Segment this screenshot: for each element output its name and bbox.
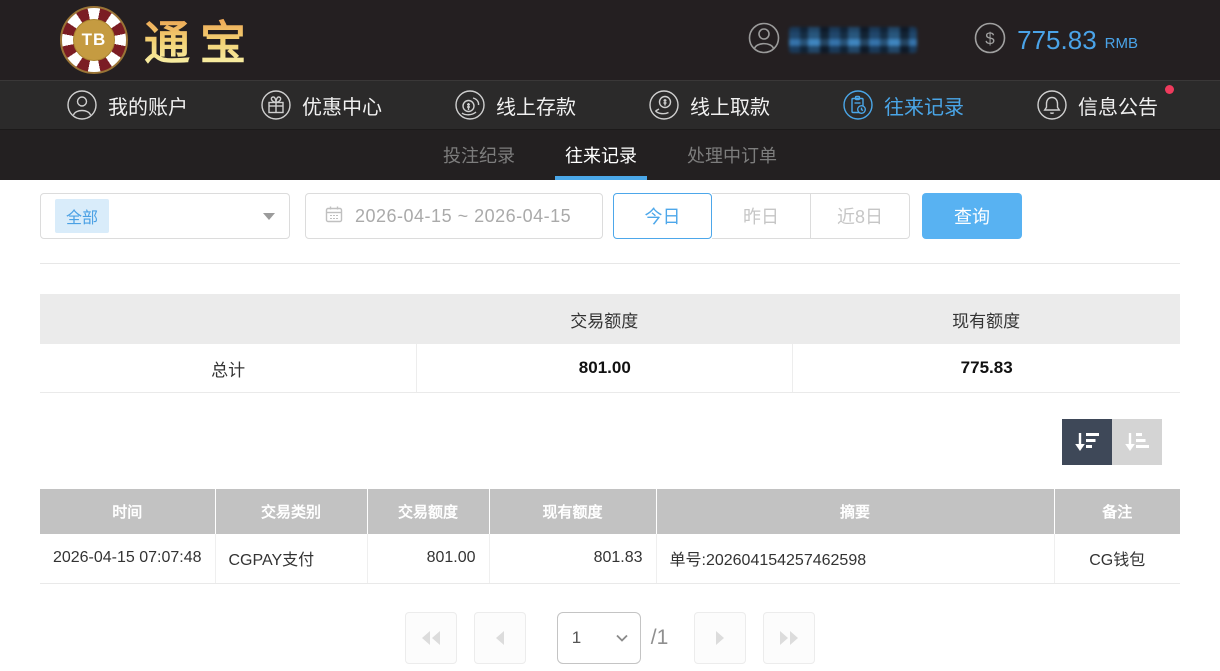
filter-bar: 全部 2026-04-15 ~ 2026-04-15 今日 昨日 近8日 查询 (40, 192, 1180, 240)
double-left-arrow-icon (421, 629, 441, 647)
nav-item-promotions[interactable]: 优惠中心 (260, 89, 382, 121)
records-header-row: 时间 交易类别 交易额度 现有额度 摘要 备注 (40, 489, 1180, 534)
balance-amount: 775.83 (1017, 25, 1097, 56)
summary-total-label: 总计 (40, 356, 416, 381)
right-arrow-icon (713, 629, 727, 647)
tab-pending-orders[interactable]: 处理中订单 (677, 130, 787, 180)
nav-label: 线上存款 (496, 91, 576, 120)
chevron-down-icon (616, 634, 628, 642)
cell-summary: 单号:202604154257462598 (656, 534, 1054, 583)
sort-descending-icon (1073, 430, 1101, 454)
balance-currency: RMB (1105, 35, 1138, 52)
double-right-arrow-icon (779, 629, 799, 647)
yesterday-button[interactable]: 昨日 (712, 193, 811, 239)
sort-ascending-icon (1123, 430, 1151, 454)
last-8-days-button[interactable]: 近8日 (811, 193, 910, 239)
col-trade-amount: 交易额度 (367, 489, 489, 534)
first-page-button[interactable] (405, 612, 457, 664)
sort-descending-button[interactable] (1062, 419, 1112, 465)
username-redacted (789, 27, 917, 53)
poker-chip-icon: TB (60, 6, 128, 74)
brand-name: 通宝 (144, 7, 256, 73)
page: TB 通宝 $ (0, 0, 1220, 671)
sort-ascending-button[interactable] (1112, 419, 1162, 465)
chevron-down-icon (263, 213, 275, 220)
coin-icon: $ (973, 21, 1007, 60)
notification-dot (1165, 85, 1174, 94)
balance[interactable]: $ 775.83 RMB (973, 21, 1138, 60)
today-button[interactable]: 今日 (613, 193, 712, 239)
user-circle-icon (66, 89, 98, 121)
summary-table: 交易额度 现有额度 总计 801.00 775.83 (40, 294, 1180, 393)
tab-label: 投注纪录 (443, 142, 515, 168)
next-page-button[interactable] (694, 612, 746, 664)
summary-total-row: 总计 801.00 775.83 (40, 344, 1180, 393)
user-icon (747, 21, 781, 60)
nav-item-withdraw[interactable]: 线上取款 (648, 89, 770, 121)
col-transaction-type: 交易类别 (215, 489, 367, 534)
summary-header-row: 交易额度 现有额度 (40, 294, 1180, 344)
cell-transaction-type: CGPAY支付 (215, 534, 367, 583)
tab-betting-records[interactable]: 投注纪录 (433, 130, 525, 180)
cell-current-amount: 801.83 (489, 534, 656, 583)
chip-label: TB (73, 19, 115, 61)
page-select[interactable]: 1 (557, 612, 641, 664)
last-page-button[interactable] (763, 612, 815, 664)
nav-item-transaction-records[interactable]: 往来记录 (842, 89, 964, 121)
page-select-value: 1 (572, 628, 581, 648)
table-row: 2026-04-15 07:07:48 CGPAY支付 801.00 801.8… (40, 534, 1180, 583)
records-clipboard-icon (842, 89, 874, 121)
date-range-value: 2026-04-15 ~ 2026-04-15 (355, 206, 571, 227)
sort-controls (40, 419, 1162, 465)
calendar-icon (324, 204, 344, 229)
records-table: 时间 交易类别 交易额度 现有额度 摘要 备注 2026-04-15 07:07… (40, 489, 1180, 584)
sub-nav: 投注纪录 往来记录 处理中订单 (0, 130, 1220, 180)
pagination: 1 /1 (0, 612, 1220, 664)
summary-col-trade-amount: 交易额度 (416, 307, 792, 332)
section-divider (40, 263, 1180, 264)
nav-item-deposit[interactable]: 线上存款 (454, 89, 576, 121)
col-summary: 摘要 (656, 489, 1054, 534)
tab-label: 处理中订单 (687, 142, 777, 168)
nav-label: 信息公告 (1078, 91, 1158, 120)
nav-label: 线上取款 (690, 91, 770, 120)
bell-icon (1036, 89, 1068, 121)
type-select-value: 全部 (55, 199, 109, 233)
header-right: $ 775.83 RMB (747, 21, 1138, 60)
nav-item-announcements[interactable]: 信息公告 (1036, 89, 1158, 121)
type-select[interactable]: 全部 (40, 193, 290, 239)
nav-label: 我的账户 (108, 91, 188, 120)
nav-label: 优惠中心 (302, 91, 382, 120)
tab-transaction-records[interactable]: 往来记录 (555, 130, 647, 180)
date-range-input[interactable]: 2026-04-15 ~ 2026-04-15 (305, 193, 603, 239)
account-info[interactable] (747, 21, 917, 60)
quick-range-group: 今日 昨日 近8日 (613, 193, 910, 239)
nav-item-my-account[interactable]: 我的账户 (66, 89, 188, 121)
main-nav: 我的账户 优惠中心 线上存款 (0, 80, 1220, 130)
gift-icon (260, 89, 292, 121)
col-current-amount: 现有额度 (489, 489, 656, 534)
nav-label: 往来记录 (884, 91, 964, 120)
cell-note: CG钱包 (1054, 534, 1180, 583)
withdraw-coin-hand-icon (648, 89, 680, 121)
cell-trade-amount: 801.00 (367, 534, 489, 583)
summary-trade-amount: 801.00 (416, 344, 792, 392)
col-note: 备注 (1054, 489, 1180, 534)
left-arrow-icon (493, 629, 507, 647)
query-button[interactable]: 查询 (922, 193, 1022, 239)
summary-current-amount: 775.83 (792, 344, 1180, 392)
col-time: 时间 (40, 489, 215, 534)
deposit-coin-hand-icon (454, 89, 486, 121)
previous-page-button[interactable] (474, 612, 526, 664)
total-pages-label: /1 (651, 626, 669, 650)
svg-text:$: $ (985, 29, 995, 48)
brand-logo[interactable]: TB 通宝 (60, 6, 256, 74)
summary-col-current-amount: 现有额度 (792, 307, 1180, 332)
cell-time: 2026-04-15 07:07:48 (40, 534, 215, 583)
top-header: TB 通宝 $ (0, 0, 1220, 80)
tab-label: 往来记录 (565, 142, 637, 168)
